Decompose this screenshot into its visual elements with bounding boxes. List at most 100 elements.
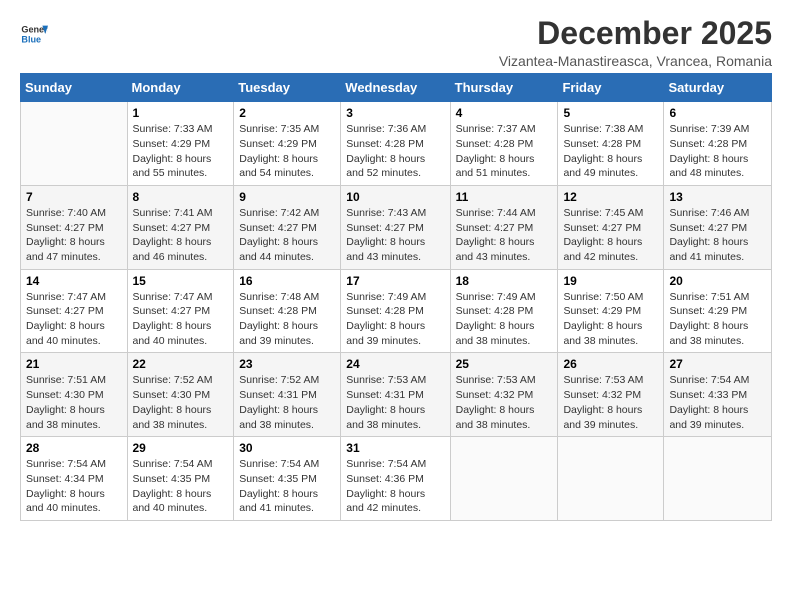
calendar-cell: 25 Sunrise: 7:53 AM Sunset: 4:32 PM Dayli… [450,353,558,437]
calendar-cell: 19 Sunrise: 7:50 AM Sunset: 4:29 PM Dayli… [558,269,664,353]
calendar-cell: 14Sunrise: 7:47 AM Sunset: 4:27 PM Dayli… [21,269,128,353]
day-info: Sunrise: 7:44 AM Sunset: 4:27 PM Dayligh… [456,206,553,265]
day-info: Sunrise: 7:54 AM Sunset: 4:35 PM Dayligh… [239,457,335,516]
day-number: 24 [346,357,444,371]
calendar-cell: 15Sunrise: 7:47 AM Sunset: 4:27 PM Dayli… [127,269,234,353]
col-wednesday: Wednesday [341,74,450,102]
calendar-cell: 12 Sunrise: 7:45 AM Sunset: 4:27 PM Dayli… [558,185,664,269]
day-number: 6 [669,106,766,120]
day-number: 28 [26,441,122,455]
day-info: Sunrise: 7:40 AM Sunset: 4:27 PM Dayligh… [26,206,122,265]
week-row-2: 14 Sunrise: 7:47 AM Sunset: 4:27 PM Dayli… [21,269,772,353]
col-friday: Friday [558,74,664,102]
day-info: Sunrise: 7:53 AM Sunset: 4:32 PM Dayligh… [563,373,658,432]
calendar-cell: 30 Sunrise: 7:54 AM Sunset: 4:35 PM Dayli… [234,437,341,521]
week-row-3: 21 Sunrise: 7:51 AM Sunset: 4:30 PM Dayli… [21,353,772,437]
day-number: 26 [563,357,658,371]
day-info: Sunrise: 7:53 AM Sunset: 4:32 PM Dayligh… [456,373,553,432]
day-number: 23 [239,357,335,371]
calendar-cell: 2Sunrise: 7:35 AM Sunset: 4:29 PM Daylig… [234,102,341,186]
calendar-cell: 31Sunrise: 7:54 AM Sunset: 4:36 PM Dayli… [341,437,450,521]
calendar-cell: 26 Sunrise: 7:53 AM Sunset: 4:32 PM Dayli… [558,353,664,437]
day-info: Sunrise: 7:52 AM Sunset: 4:30 PM Dayligh… [133,373,229,432]
day-number: 25 [456,357,553,371]
calendar-cell: 1 Sunrise: 7:33 AM Sunset: 4:29 PM Daylig… [127,102,234,186]
day-info: Sunrise: 7:52 AM Sunset: 4:31 PM Dayligh… [239,373,335,432]
calendar-cell: 22 Sunrise: 7:52 AM Sunset: 4:30 PM Dayli… [127,353,234,437]
day-number: 30 [239,441,335,455]
day-info: Sunrise: 7:38 AM Sunset: 4:28 PM Dayligh… [563,122,658,181]
day-number: 1 [133,106,229,120]
calendar-cell: 27Sunrise: 7:54 AM Sunset: 4:33 PM Dayli… [664,353,772,437]
logo-icon: General Blue [20,20,48,48]
day-info: Sunrise: 7:51 AM Sunset: 4:29 PM Dayligh… [669,290,766,349]
calendar-cell: 10 Sunrise: 7:43 AM Sunset: 4:27 PM Dayli… [341,185,450,269]
day-number: 18 [456,274,553,288]
day-number: 5 [563,106,658,120]
day-number: 9 [239,190,335,204]
title-block: December 2025 Vizantea-Manastireasca, Vr… [499,16,772,69]
day-info: Sunrise: 7:49 AM Sunset: 4:28 PM Dayligh… [456,290,553,349]
col-tuesday: Tuesday [234,74,341,102]
calendar-cell: 23 Sunrise: 7:52 AM Sunset: 4:31 PM Dayli… [234,353,341,437]
day-info: Sunrise: 7:48 AM Sunset: 4:28 PM Dayligh… [239,290,335,349]
day-number: 2 [239,106,335,120]
day-info: Sunrise: 7:41 AM Sunset: 4:27 PM Dayligh… [133,206,229,265]
calendar-cell [664,437,772,521]
day-number: 11 [456,190,553,204]
day-number: 16 [239,274,335,288]
day-number: 12 [563,190,658,204]
col-sunday: Sunday [21,74,128,102]
calendar-cell: 16 Sunrise: 7:48 AM Sunset: 4:28 PM Dayli… [234,269,341,353]
day-info: Sunrise: 7:54 AM Sunset: 4:33 PM Dayligh… [669,373,766,432]
calendar-cell: 7 Sunrise: 7:40 AM Sunset: 4:27 PM Daylig… [21,185,128,269]
calendar-cell [21,102,128,186]
day-info: Sunrise: 7:45 AM Sunset: 4:27 PM Dayligh… [563,206,658,265]
day-info: Sunrise: 7:50 AM Sunset: 4:29 PM Dayligh… [563,290,658,349]
day-info: Sunrise: 7:53 AM Sunset: 4:31 PM Dayligh… [346,373,444,432]
day-info: Sunrise: 7:54 AM Sunset: 4:34 PM Dayligh… [26,457,122,516]
day-number: 10 [346,190,444,204]
month-title: December 2025 [499,16,772,51]
day-number: 19 [563,274,658,288]
day-number: 14 [26,274,122,288]
calendar-table: Sunday Monday Tuesday Wednesday Thursday… [20,73,772,521]
day-number: 31 [346,441,444,455]
calendar-cell: 20 Sunrise: 7:51 AM Sunset: 4:29 PM Dayli… [664,269,772,353]
calendar-cell: 28 Sunrise: 7:54 AM Sunset: 4:34 PM Dayli… [21,437,128,521]
week-row-1: 7 Sunrise: 7:40 AM Sunset: 4:27 PM Daylig… [21,185,772,269]
day-info: Sunrise: 7:33 AM Sunset: 4:29 PM Dayligh… [133,122,229,181]
calendar-cell: 8 Sunrise: 7:41 AM Sunset: 4:27 PM Daylig… [127,185,234,269]
calendar-cell: 6 Sunrise: 7:39 AM Sunset: 4:28 PM Daylig… [664,102,772,186]
svg-text:Blue: Blue [21,34,41,44]
calendar-cell: 29 Sunrise: 7:54 AM Sunset: 4:35 PM Dayli… [127,437,234,521]
calendar-cell: 4Sunrise: 7:37 AM Sunset: 4:28 PM Daylig… [450,102,558,186]
calendar-cell: 17Sunrise: 7:49 AM Sunset: 4:28 PM Dayli… [341,269,450,353]
calendar-cell: 18 Sunrise: 7:49 AM Sunset: 4:28 PM Dayli… [450,269,558,353]
day-info: Sunrise: 7:47 AM Sunset: 4:27 PM Dayligh… [133,290,229,349]
calendar-cell [450,437,558,521]
day-number: 4 [456,106,553,120]
col-monday: Monday [127,74,234,102]
day-number: 29 [133,441,229,455]
day-info: Sunrise: 7:36 AM Sunset: 4:28 PM Dayligh… [346,122,444,181]
day-number: 8 [133,190,229,204]
day-info: Sunrise: 7:43 AM Sunset: 4:27 PM Dayligh… [346,206,444,265]
subtitle: Vizantea-Manastireasca, Vrancea, Romania [499,53,772,69]
calendar-cell: 21 Sunrise: 7:51 AM Sunset: 4:30 PM Dayli… [21,353,128,437]
day-number: 21 [26,357,122,371]
header: General Blue December 2025 Vizantea-Mana… [20,16,772,69]
day-number: 22 [133,357,229,371]
calendar-cell: 9Sunrise: 7:42 AM Sunset: 4:27 PM Daylig… [234,185,341,269]
header-row: Sunday Monday Tuesday Wednesday Thursday… [21,74,772,102]
day-info: Sunrise: 7:51 AM Sunset: 4:30 PM Dayligh… [26,373,122,432]
day-info: Sunrise: 7:54 AM Sunset: 4:35 PM Dayligh… [133,457,229,516]
day-info: Sunrise: 7:39 AM Sunset: 4:28 PM Dayligh… [669,122,766,181]
day-number: 20 [669,274,766,288]
logo: General Blue [20,20,50,48]
calendar-cell: 24 Sunrise: 7:53 AM Sunset: 4:31 PM Dayli… [341,353,450,437]
day-number: 7 [26,190,122,204]
calendar-cell: 11 Sunrise: 7:44 AM Sunset: 4:27 PM Dayli… [450,185,558,269]
week-row-4: 28 Sunrise: 7:54 AM Sunset: 4:34 PM Dayli… [21,437,772,521]
day-info: Sunrise: 7:46 AM Sunset: 4:27 PM Dayligh… [669,206,766,265]
